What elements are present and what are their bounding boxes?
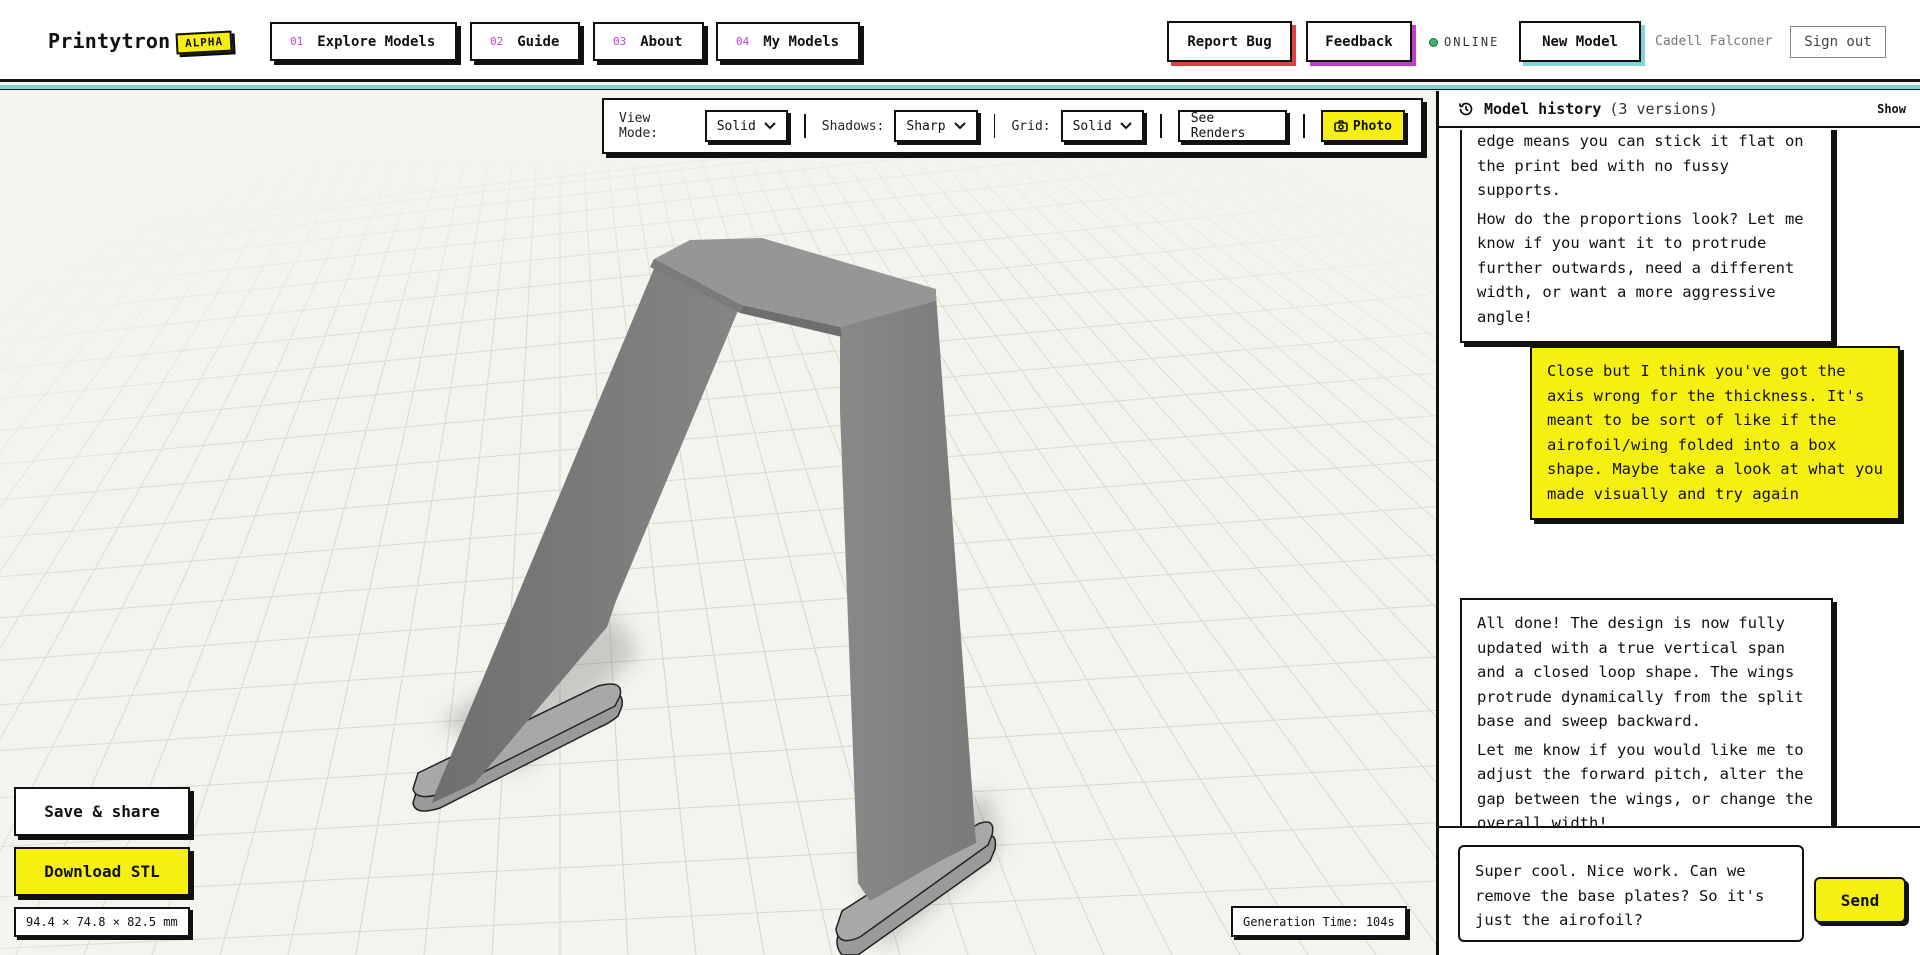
camera-icon bbox=[1334, 120, 1348, 132]
nav-about[interactable]: 03 About bbox=[593, 22, 704, 61]
generation-time: Generation Time: 104s bbox=[1231, 906, 1407, 937]
nav-number: 03 bbox=[613, 35, 627, 48]
nav-label: Explore Models bbox=[317, 33, 436, 50]
report-bug-button[interactable]: Report Bug bbox=[1167, 21, 1292, 62]
message-paragraph: Let me know if you would like me to adju… bbox=[1477, 740, 1813, 827]
online-status-label: ONLINE bbox=[1444, 35, 1500, 49]
model-canvas[interactable] bbox=[0, 91, 1436, 955]
nav-guide[interactable]: 02 Guide bbox=[470, 22, 580, 61]
toolbar-divider bbox=[1302, 114, 1305, 138]
chevron-down-icon bbox=[1120, 122, 1132, 130]
online-status: ONLINE bbox=[1429, 35, 1499, 49]
grid-select[interactable]: Solid bbox=[1060, 110, 1144, 142]
history-show-toggle[interactable]: Show bbox=[1877, 102, 1906, 116]
nav-number: 02 bbox=[490, 35, 504, 48]
chat-panel: Model history (3 versions) Show edge mea… bbox=[1436, 91, 1920, 955]
top-header: Printytron ALPHA 01 Explore Models 02 Gu… bbox=[0, 0, 1920, 82]
shadows-select[interactable]: Sharp bbox=[894, 110, 978, 142]
message-paragraph: edge means you can stick it flat on the … bbox=[1477, 132, 1804, 199]
message-paragraph: Close but I think you've got the axis wr… bbox=[1547, 362, 1883, 503]
chevron-down-icon bbox=[953, 122, 966, 130]
message-paragraph: How do the proportions look? Let me know… bbox=[1477, 209, 1804, 326]
brand-logo[interactable]: Printytron bbox=[48, 29, 170, 53]
sign-out-button[interactable]: Sign out bbox=[1790, 26, 1886, 58]
photo-label: Photo bbox=[1352, 118, 1393, 134]
view-toolbar: View Mode: Solid Shadows: Sharp Grid: So… bbox=[602, 98, 1423, 154]
user-message: Close but I think you've got the axis wr… bbox=[1530, 346, 1900, 520]
nav-my-models[interactable]: 04 My Models bbox=[716, 22, 860, 61]
nav-label: Guide bbox=[517, 33, 560, 50]
model-dimensions: 94.4 × 74.8 × 82.5 mm bbox=[14, 907, 190, 937]
nav-label: My Models bbox=[763, 33, 840, 50]
nav-label: About bbox=[640, 33, 683, 50]
message-input[interactable]: Super cool. Nice work. Can we remove the… bbox=[1458, 845, 1804, 942]
nav-number: 01 bbox=[290, 35, 304, 48]
grid-value: Solid bbox=[1072, 118, 1112, 134]
composer: Super cool. Nice work. Can we remove the… bbox=[1439, 826, 1920, 955]
shadows-value: Sharp bbox=[906, 118, 946, 134]
chevron-down-icon bbox=[764, 122, 776, 130]
model-history-title: Model history bbox=[1484, 99, 1602, 118]
assistant-message: All done! The design is now fully update… bbox=[1460, 598, 1833, 826]
save-share-button[interactable]: Save & share bbox=[14, 787, 190, 836]
see-renders-button[interactable]: See Renders bbox=[1177, 110, 1287, 142]
status-dot-icon bbox=[1429, 37, 1438, 47]
model-history-header: Model history (3 versions) Show bbox=[1439, 91, 1920, 128]
version-count: (3 versions) bbox=[1609, 99, 1718, 118]
model-viewport[interactable]: View Mode: Solid Shadows: Sharp Grid: So… bbox=[0, 91, 1436, 955]
toolbar-divider bbox=[993, 114, 996, 138]
user-name: Cadell Falconer bbox=[1655, 34, 1773, 49]
grid-label: Grid: bbox=[1011, 118, 1051, 134]
alpha-badge: ALPHA bbox=[175, 30, 233, 55]
chat-messages[interactable]: edge means you can stick it flat on the … bbox=[1439, 130, 1920, 826]
header-accent-bar bbox=[0, 85, 1920, 90]
nav-explore-models[interactable]: 01 Explore Models bbox=[270, 22, 457, 61]
shadows-label: Shadows: bbox=[821, 118, 885, 134]
photo-button[interactable]: Photo bbox=[1320, 110, 1406, 142]
toolbar-divider bbox=[1159, 114, 1162, 138]
view-mode-label: View Mode: bbox=[619, 111, 659, 141]
history-icon bbox=[1458, 102, 1473, 115]
nav-number: 04 bbox=[736, 35, 750, 48]
feedback-button[interactable]: Feedback bbox=[1306, 21, 1412, 62]
new-model-button[interactable]: New Model bbox=[1519, 21, 1641, 62]
assistant-message: edge means you can stick it flat on the … bbox=[1460, 130, 1833, 343]
toolbar-divider bbox=[803, 114, 806, 138]
download-stl-button[interactable]: Download STL bbox=[14, 847, 190, 896]
send-button[interactable]: Send bbox=[1814, 877, 1906, 923]
view-mode-value: Solid bbox=[716, 118, 756, 134]
view-mode-select[interactable]: Solid bbox=[704, 110, 788, 142]
message-paragraph: All done! The design is now fully update… bbox=[1477, 614, 1804, 730]
